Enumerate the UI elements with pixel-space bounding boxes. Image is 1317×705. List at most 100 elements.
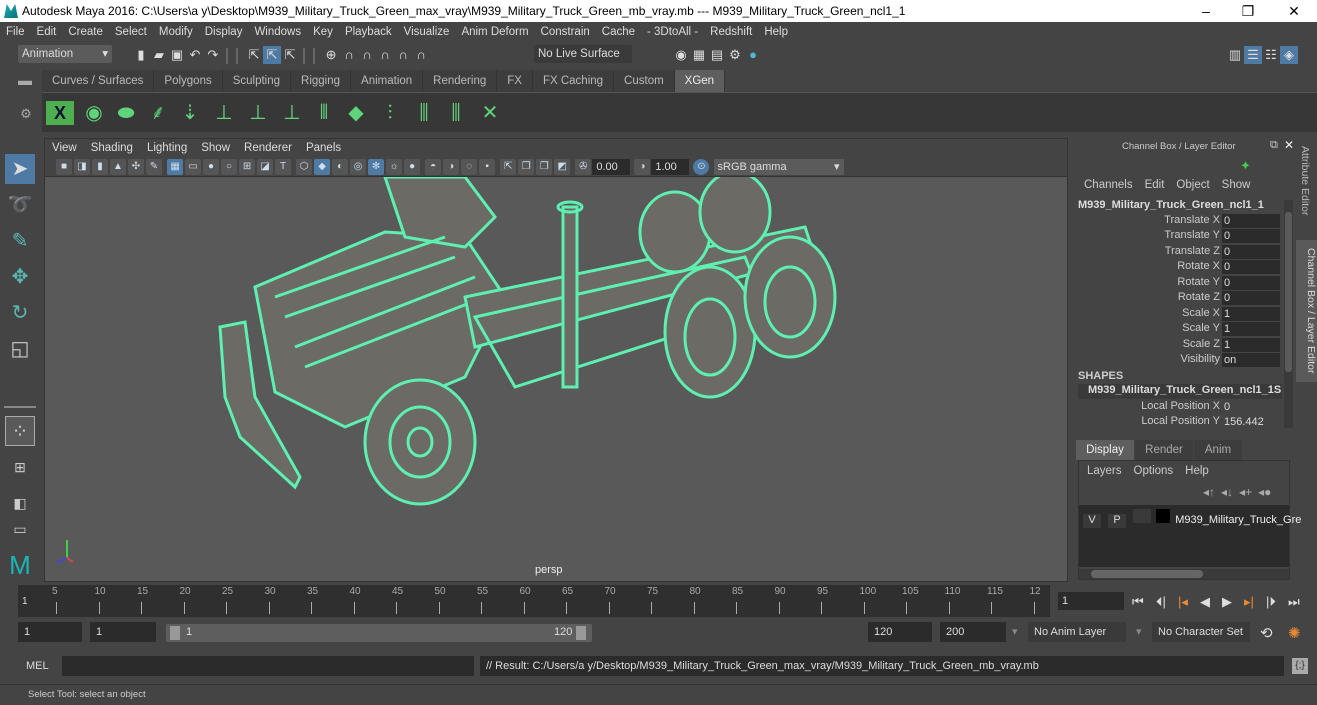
layer-playback-toggle[interactable]: P bbox=[1108, 514, 1127, 528]
channel-scale-z[interactable]: Scale Z1 bbox=[1072, 338, 1282, 353]
graph-layout-icon[interactable]: ▭ bbox=[5, 522, 35, 536]
menu-file[interactable]: File bbox=[0, 22, 31, 42]
chevron-down-icon[interactable]: ▾ bbox=[1012, 625, 1018, 638]
channel-visibility[interactable]: Visibility on bbox=[1072, 353, 1282, 368]
cb-shape-name[interactable]: M939_Military_Truck_Green_ncl1_1S... bbox=[1078, 384, 1282, 399]
restore-button[interactable]: ❐ bbox=[1228, 2, 1268, 20]
select-object-icon[interactable]: ⇱ bbox=[263, 46, 282, 64]
shelf-tab-fx-caching[interactable]: FX Caching bbox=[532, 70, 615, 92]
go-to-start-icon[interactable]: ⏮ bbox=[1132, 594, 1144, 610]
anti-aliasing-icon[interactable]: ◌ bbox=[461, 159, 478, 175]
depth-of-field-icon[interactable]: ▪ bbox=[479, 159, 496, 175]
menu-create[interactable]: Create bbox=[62, 22, 109, 42]
step-forward-key-icon[interactable]: ▸| bbox=[1244, 594, 1254, 610]
vp-menu-lighting[interactable]: Lighting bbox=[140, 139, 194, 157]
safe-action-icon[interactable]: ◪ bbox=[257, 159, 274, 175]
channel-box-scrollbar[interactable] bbox=[1284, 200, 1293, 428]
new-scene-icon[interactable]: ▮ bbox=[132, 46, 150, 64]
snap-live-icon[interactable]: ∩ bbox=[412, 46, 430, 64]
xray-active-icon[interactable]: ❐ bbox=[536, 159, 553, 175]
current-frame-field[interactable]: 1 bbox=[1058, 592, 1124, 610]
xgen-sculpt-icon[interactable]: ⫼ bbox=[410, 99, 438, 127]
snap-surface-icon[interactable]: ∩ bbox=[394, 46, 412, 64]
channel-scale-y[interactable]: Scale Y1 bbox=[1072, 322, 1282, 337]
step-back-frame-icon[interactable]: ⏴| bbox=[1156, 594, 1166, 610]
channel-rotate-x[interactable]: Rotate X0 bbox=[1072, 260, 1282, 275]
xgen-density-icon[interactable]: ◆ bbox=[342, 99, 370, 127]
film-gate-icon[interactable]: ▭ bbox=[185, 159, 202, 175]
xgen-visibility-icon[interactable]: ◉ bbox=[80, 99, 108, 127]
vp-menu-panels[interactable]: Panels bbox=[299, 139, 348, 157]
float-panel-icon[interactable]: ⧉ bbox=[1270, 139, 1278, 152]
redo-icon[interactable]: ↷ bbox=[204, 46, 222, 64]
grid-icon[interactable]: ▦ bbox=[167, 159, 184, 175]
color-management-icon[interactable]: ⊙ bbox=[693, 159, 710, 175]
channel-translate-z[interactable]: Translate Z0 bbox=[1072, 245, 1282, 260]
range-start-handle[interactable] bbox=[170, 626, 180, 640]
shelf-tab-polygons[interactable]: Polygons bbox=[154, 70, 223, 92]
color-space-dropdown[interactable]: sRGB gamma ▾ bbox=[713, 159, 844, 175]
select-hierarchy-icon[interactable]: ⇱ bbox=[245, 46, 263, 64]
anim-preferences-icon[interactable]: ✺ bbox=[1288, 624, 1301, 642]
use-default-material-icon[interactable]: ◐ bbox=[332, 159, 349, 175]
menu-playback[interactable]: Playback bbox=[339, 22, 398, 42]
shelf-menu-icon[interactable]: ▬ bbox=[14, 72, 36, 92]
motion-blur-icon[interactable]: ◑ bbox=[443, 159, 460, 175]
animation-end-field[interactable]: 200 bbox=[940, 622, 1006, 642]
four-pane-layout-icon[interactable]: ⊞ bbox=[5, 452, 35, 482]
menu-edit[interactable]: Edit bbox=[31, 22, 63, 42]
layer-tab-anim[interactable]: Anim bbox=[1194, 440, 1242, 460]
tool-settings-icon[interactable]: ☷ bbox=[1262, 46, 1280, 64]
layer-display-type-toggle[interactable] bbox=[1133, 509, 1152, 523]
move-tool-icon[interactable]: ✥ bbox=[5, 262, 35, 292]
close-button[interactable]: ✕ bbox=[1274, 2, 1314, 20]
isolate-select-icon[interactable]: ⇱ bbox=[500, 159, 517, 175]
layer-menu-layers[interactable]: Layers bbox=[1087, 465, 1122, 477]
xgen-lock-icon[interactable]: ⊥ bbox=[278, 99, 306, 127]
hud-icon[interactable]: ◩ bbox=[554, 159, 571, 175]
cb-menu-edit[interactable]: Edit bbox=[1145, 179, 1165, 191]
animation-start-field[interactable]: 1 bbox=[18, 622, 82, 642]
xgen-add-guide-icon[interactable]: ⸙ bbox=[144, 99, 172, 127]
menu-help[interactable]: Help bbox=[758, 22, 794, 42]
vp-menu-view[interactable]: View bbox=[45, 139, 84, 157]
play-forwards-icon[interactable]: ▶ bbox=[1222, 594, 1232, 610]
wireframe-icon[interactable]: ⬡ bbox=[296, 159, 313, 175]
chevron-down-icon[interactable]: ▾ bbox=[1136, 625, 1142, 638]
channel-translate-y[interactable]: Translate Y0 bbox=[1072, 229, 1282, 244]
live-surface-field[interactable]: No Live Surface bbox=[534, 45, 632, 63]
render-view-icon[interactable]: ◉ bbox=[672, 46, 690, 64]
scrollbar-thumb[interactable] bbox=[1091, 570, 1203, 578]
layer-menu-help[interactable]: Help bbox=[1185, 465, 1209, 477]
field-chart-icon[interactable]: ⊞ bbox=[239, 159, 256, 175]
scale-tool-icon[interactable]: ◱ bbox=[5, 334, 35, 364]
command-input[interactable] bbox=[62, 656, 474, 676]
single-pane-layout-icon[interactable]: ⁘ bbox=[5, 416, 35, 446]
select-component-icon[interactable]: ⇱ bbox=[281, 46, 299, 64]
layer-visibility-toggle[interactable]: V bbox=[1083, 514, 1101, 528]
auto-key-icon[interactable]: ⟲ bbox=[1260, 624, 1273, 642]
xgen-add-icon[interactable]: ⊥ bbox=[210, 99, 238, 127]
cb-menu-channels[interactable]: Channels bbox=[1084, 179, 1133, 191]
paint-select-tool-icon[interactable]: ✎ bbox=[5, 226, 35, 256]
layer-hscrollbar[interactable] bbox=[1079, 569, 1289, 579]
vp-menu-show[interactable]: Show bbox=[194, 139, 237, 157]
layer-row[interactable]: V P M939_Military_Truck_Gre bbox=[1083, 509, 1301, 528]
cb-menu-show[interactable]: Show bbox=[1222, 179, 1251, 191]
side-tab-channel-box[interactable]: Channel Box / Layer Editor bbox=[1296, 240, 1317, 382]
playback-end-field[interactable]: 120 bbox=[868, 622, 932, 642]
xray-joints-icon[interactable]: ❐ bbox=[518, 159, 535, 175]
xgen-attach-icon[interactable]: ⫶ bbox=[376, 99, 404, 127]
menuset-dropdown[interactable]: Animation ▾ bbox=[18, 45, 112, 63]
xgen-guides-icon[interactable]: ⫴ bbox=[310, 99, 338, 127]
xray-icon[interactable]: ✻ bbox=[368, 159, 385, 175]
maya-home-icon[interactable]: M bbox=[5, 550, 35, 580]
screen-space-ao-icon[interactable]: ◓ bbox=[425, 159, 442, 175]
layer-color-swatch[interactable] bbox=[1156, 509, 1171, 523]
range-end-handle[interactable] bbox=[576, 626, 586, 640]
range-slider[interactable]: 1 120 bbox=[166, 624, 592, 642]
save-scene-icon[interactable]: ▣ bbox=[168, 46, 186, 64]
menu-windows[interactable]: Windows bbox=[248, 22, 307, 42]
close-panel-icon[interactable]: ✕ bbox=[1284, 138, 1294, 152]
snap-grid-icon[interactable]: ⊕ bbox=[322, 46, 340, 64]
